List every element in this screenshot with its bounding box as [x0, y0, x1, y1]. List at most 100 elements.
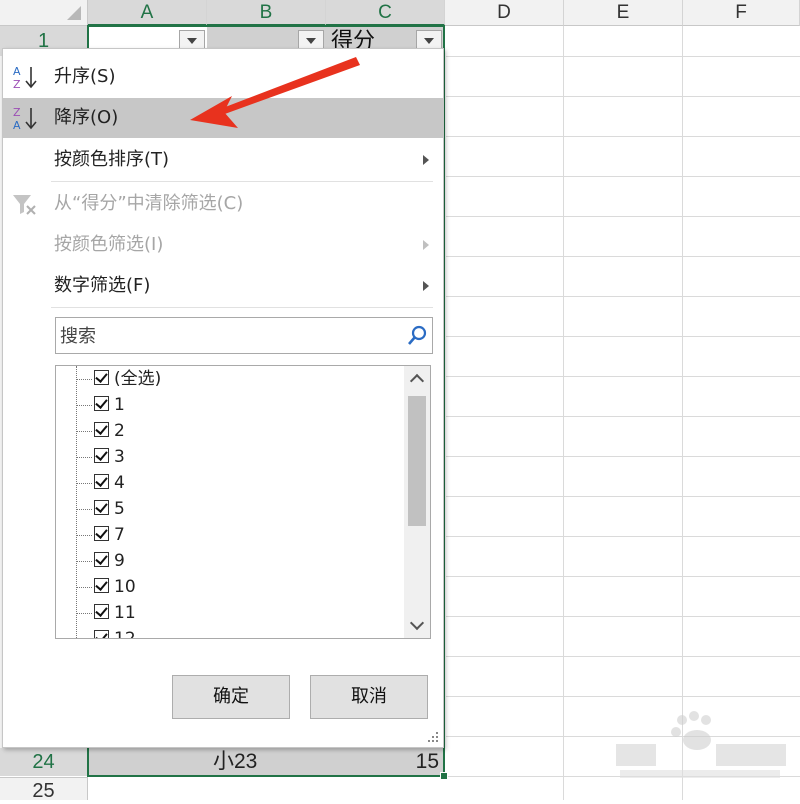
- sort-ascending-icon: A Z: [13, 65, 37, 90]
- list-item[interactable]: 1: [56, 392, 396, 418]
- menu-item-label: 按颜色排序(T): [54, 149, 170, 170]
- cell-c24[interactable]: 15: [326, 748, 445, 776]
- checkbox-checked[interactable]: [94, 500, 109, 515]
- tree-connector: [76, 613, 92, 614]
- list-item[interactable]: 3: [56, 444, 396, 470]
- column-header-e[interactable]: E: [564, 0, 683, 26]
- dropdown-arrow-icon: [424, 37, 434, 44]
- chevron-down-icon: [409, 615, 425, 631]
- list-item-label: 2: [114, 421, 125, 441]
- list-item-label: 11: [114, 603, 136, 623]
- autofilter-dropdown: A Z 升序(S) Z A 降序(O) 按颜色排序(T) 从“得分”中清除筛选(…: [2, 48, 444, 748]
- baidu-jingyan-watermark-icon: [616, 711, 786, 778]
- dropdown-arrow-icon: [187, 37, 197, 44]
- resize-grip-icon[interactable]: [425, 729, 439, 743]
- sort-descending-icon: Z A: [13, 106, 37, 131]
- scroll-up-button[interactable]: [404, 366, 430, 392]
- menu-item-label: 升序(S): [54, 66, 116, 87]
- cell-a24[interactable]: [88, 748, 207, 776]
- list-item[interactable]: 2: [56, 418, 396, 444]
- ok-button[interactable]: 确定: [172, 675, 290, 719]
- menu-item-sort-descending[interactable]: Z A 降序(O): [3, 98, 443, 138]
- svg-text:Z: Z: [13, 106, 21, 119]
- tree-connector: [76, 405, 92, 406]
- row-header-25[interactable]: 25: [0, 777, 88, 802]
- column-header-a[interactable]: A: [88, 0, 207, 26]
- tree-connector: [76, 483, 92, 484]
- submenu-arrow-icon: [423, 155, 429, 165]
- tree-connector: [76, 509, 92, 510]
- list-item-label: 4: [114, 473, 125, 493]
- scroll-thumb[interactable]: [408, 396, 426, 526]
- column-header-f[interactable]: F: [683, 0, 800, 26]
- scroll-down-button[interactable]: [404, 612, 430, 638]
- select-all-corner[interactable]: [0, 0, 88, 26]
- gridline: [446, 656, 800, 657]
- menu-item-sort-by-color[interactable]: 按颜色排序(T): [3, 140, 443, 180]
- checkbox-checked[interactable]: [94, 552, 109, 567]
- checkbox-checked[interactable]: [94, 474, 109, 489]
- tree-connector: [76, 561, 92, 562]
- list-item[interactable]: 9: [56, 548, 396, 574]
- list-item-label: 9: [114, 551, 125, 571]
- gridline: [446, 696, 800, 697]
- submenu-arrow-icon: [423, 281, 429, 291]
- list-item[interactable]: 4: [56, 470, 396, 496]
- clear-filter-icon: [13, 195, 36, 215]
- tree-connector: [76, 431, 92, 432]
- gridline: [446, 456, 800, 457]
- gridline: [563, 26, 564, 800]
- checkbox-checked[interactable]: [94, 370, 109, 385]
- cancel-button[interactable]: 取消: [310, 675, 428, 719]
- list-item-label: 10: [114, 577, 136, 597]
- menu-separator: [51, 181, 433, 182]
- tree-connector: [76, 457, 92, 458]
- gridline: [446, 616, 800, 617]
- checkbox-checked[interactable]: [94, 630, 109, 638]
- menu-item-filter-by-color: 按颜色筛选(I): [3, 225, 443, 265]
- menu-item-sort-ascending[interactable]: A Z 升序(S): [3, 57, 443, 97]
- column-header-c[interactable]: C: [326, 0, 445, 26]
- select-all-triangle-icon: [67, 6, 81, 20]
- gridline: [446, 216, 800, 217]
- fill-handle[interactable]: [440, 772, 448, 780]
- column-header-d[interactable]: D: [445, 0, 564, 26]
- list-item[interactable]: 12: [56, 626, 396, 638]
- list-item-label: 5: [114, 499, 125, 519]
- list-item[interactable]: 5: [56, 496, 396, 522]
- list-scrollbar[interactable]: [404, 366, 430, 638]
- cell-c24-value: 15: [415, 750, 439, 773]
- checkbox-checked[interactable]: [94, 578, 109, 593]
- svg-text:A: A: [13, 119, 21, 131]
- checkbox-checked[interactable]: [94, 604, 109, 619]
- list-item[interactable]: 10: [56, 574, 396, 600]
- search-icon[interactable]: [406, 325, 428, 347]
- gridline: [446, 296, 800, 297]
- list-item[interactable]: 7: [56, 522, 396, 548]
- checkbox-checked[interactable]: [94, 526, 109, 541]
- column-header-b[interactable]: B: [207, 0, 326, 26]
- menu-item-label: 按颜色筛选(I): [54, 234, 164, 255]
- checkbox-checked[interactable]: [94, 422, 109, 437]
- gridline: [446, 256, 800, 257]
- cell-b24[interactable]: 小23: [207, 748, 326, 776]
- cell-b24-value: 小23: [213, 750, 258, 773]
- svg-text:A: A: [13, 65, 21, 78]
- checkbox-checked[interactable]: [94, 396, 109, 411]
- row-header-24[interactable]: 24: [0, 748, 88, 776]
- menu-item-number-filters[interactable]: 数字筛选(F): [3, 266, 443, 306]
- submenu-arrow-icon: [423, 240, 429, 250]
- tree-connector: [76, 379, 92, 380]
- list-item[interactable]: 11: [56, 600, 396, 626]
- list-item-label: 7: [114, 525, 125, 545]
- filter-search-box: [55, 317, 433, 355]
- gridline: [446, 576, 800, 577]
- gridline: [446, 416, 800, 417]
- gridline: [446, 336, 800, 337]
- list-item-select-all[interactable]: (全选): [56, 366, 396, 392]
- menu-separator: [51, 307, 433, 308]
- checkbox-checked[interactable]: [94, 448, 109, 463]
- list-item-label: (全选): [114, 369, 162, 389]
- gridline: [446, 56, 800, 57]
- search-input[interactable]: [56, 318, 402, 355]
